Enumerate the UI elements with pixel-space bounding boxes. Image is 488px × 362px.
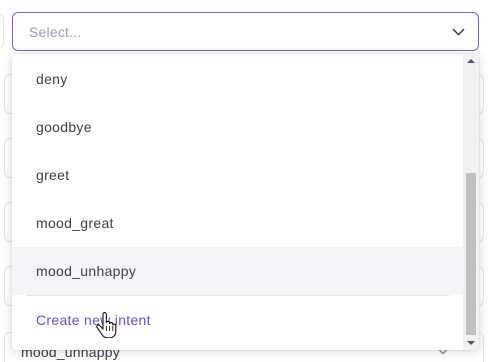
intent-select-placeholder: Select... [29, 24, 82, 40]
intent-select[interactable]: Select... [12, 12, 479, 51]
intent-options-list: deny goodbye greet mood_great mood_unhap… [12, 54, 463, 350]
scroll-up-arrow-icon[interactable] [467, 59, 475, 63]
menu-scrollbar[interactable] [463, 54, 479, 350]
intent-option-goodbye[interactable]: goodbye [12, 103, 463, 151]
intent-option-mood-great[interactable]: mood_great [12, 199, 463, 247]
create-new-intent-link[interactable]: Create new intent [12, 296, 463, 344]
chevron-down-icon[interactable] [452, 28, 465, 36]
intent-option-mood-unhappy[interactable]: mood_unhappy [12, 247, 463, 295]
scroll-down-arrow-icon[interactable] [467, 341, 475, 345]
adjacent-control [0, 14, 4, 48]
intent-form: mood_unhappy Select... deny goodbye gree… [0, 0, 488, 362]
intent-option-deny[interactable]: deny [12, 55, 463, 103]
intent-dropdown-menu: deny goodbye greet mood_great mood_unhap… [12, 54, 479, 350]
scrollbar-thumb[interactable] [466, 173, 476, 335]
intent-option-greet[interactable]: greet [12, 151, 463, 199]
